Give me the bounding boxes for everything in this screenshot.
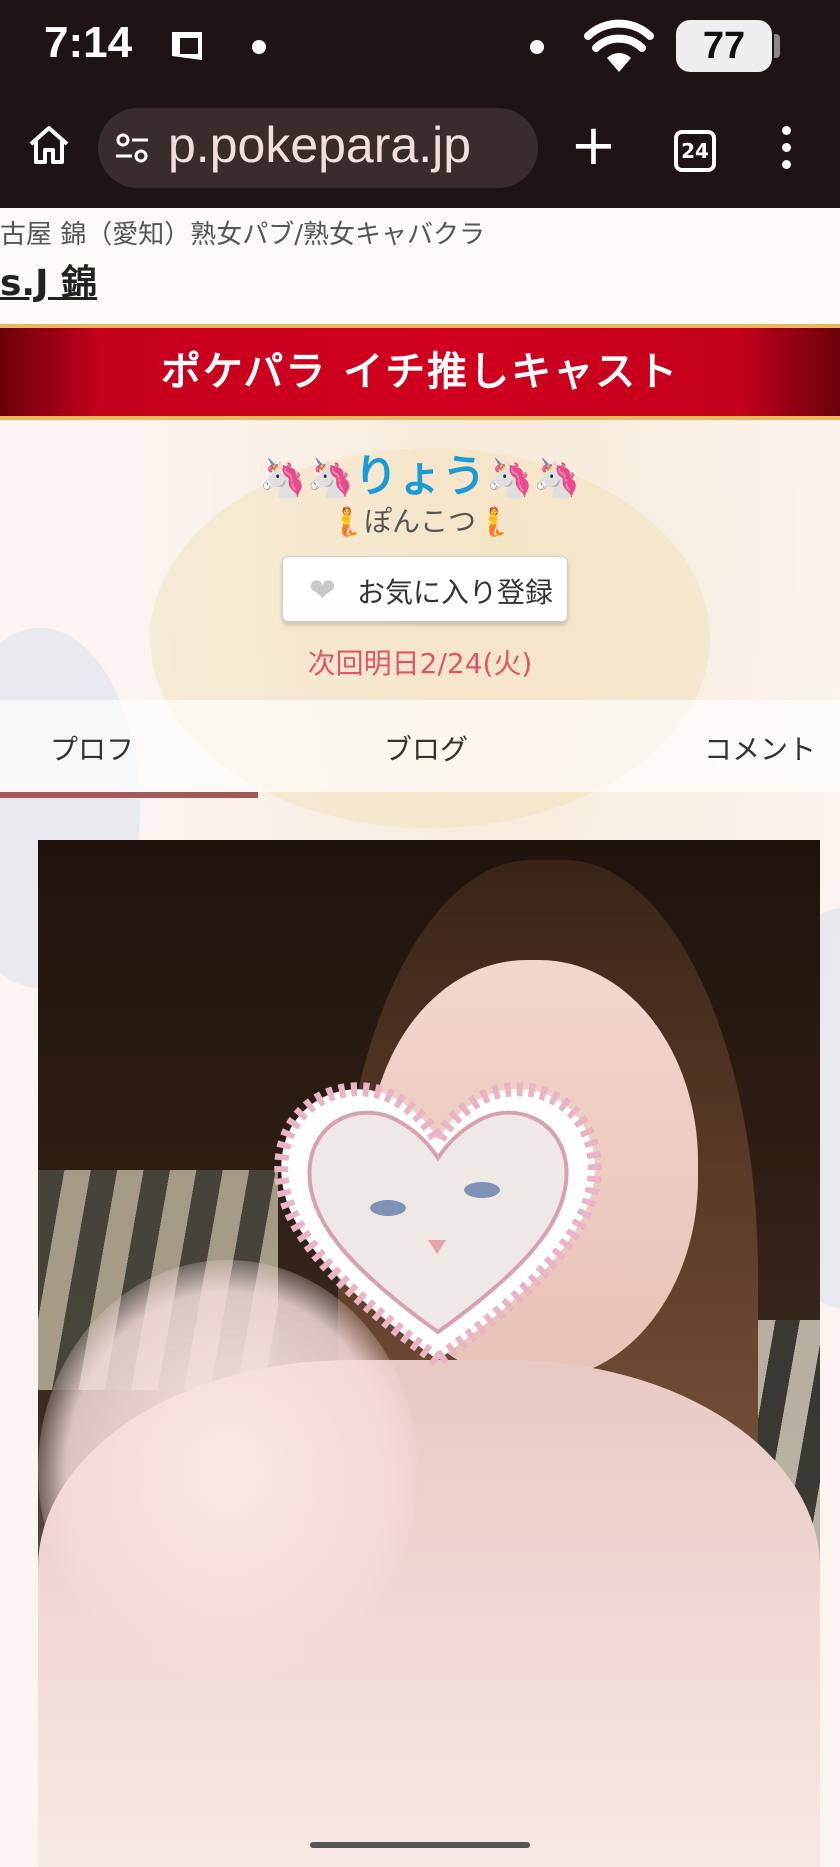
notification-dot-icon: [252, 40, 266, 54]
wifi-icon: [584, 19, 654, 72]
address-bar[interactable]: p.pokepara.jp: [98, 108, 538, 188]
cast-name: りょう: [354, 451, 486, 502]
battery-level: 77: [676, 20, 772, 72]
site-settings-icon[interactable]: [114, 130, 150, 166]
profile-tabs: プロフ ブログ コメント: [0, 700, 840, 792]
more-menu-icon[interactable]: [778, 126, 794, 176]
home-icon[interactable]: [26, 122, 72, 168]
tab-profile[interactable]: プロフ: [50, 728, 134, 768]
tab-comment[interactable]: コメント: [704, 728, 816, 768]
url-text: p.pokepara.jp: [168, 117, 472, 173]
add-favorite-button[interactable]: ❤ お気に入り登録: [282, 556, 568, 622]
page-content: 古屋 錦（愛知）熟女パブ/熟女キャバクラ s.J 錦 ポケパラ イチ推しキャスト…: [0, 208, 840, 1867]
next-shift-date: 次回明日2/24(火): [307, 647, 533, 680]
carrier-notification-icon: [172, 32, 202, 60]
recommended-cast-banner: ポケパラ イチ推しキャスト: [0, 324, 840, 420]
gesture-nav-handle[interactable]: [310, 1842, 530, 1848]
battery-icon: [774, 34, 780, 58]
shop-name-link[interactable]: s.J 錦: [0, 254, 97, 306]
notification-dot-icon: [530, 40, 544, 54]
breadcrumb: 古屋 錦（愛知）熟女パブ/熟女キャバクラ: [0, 220, 486, 250]
cast-profile-photo[interactable]: [38, 840, 820, 1867]
cat-heart-sticker-icon: [274, 1082, 602, 1369]
cast-name-heading: 🦄🦄りょう🦄🦄: [0, 440, 840, 504]
tab-switcher-button[interactable]: 24: [674, 130, 716, 172]
banner-title: ポケパラ イチ推しキャスト: [160, 349, 680, 395]
heart-icon: ❤: [309, 571, 336, 609]
cast-catchphrase: 🧜ぽんこつ🧜: [329, 505, 511, 538]
unicorn-emoji-icon: 🦄🦄: [259, 456, 354, 500]
tab-blog[interactable]: ブログ: [384, 728, 468, 768]
unicorn-emoji-icon: 🦄🦄: [486, 456, 581, 500]
active-tab-indicator: [0, 792, 258, 798]
new-tab-icon[interactable]: +: [570, 116, 617, 176]
shop-header: 古屋 錦（愛知）熟女パブ/熟女キャバクラ s.J 錦: [0, 208, 840, 324]
browser-toolbar: p.pokepara.jp + 24: [0, 96, 840, 208]
favorite-button-label: お気に入り登録: [357, 576, 554, 609]
status-bar: 7:14 77: [0, 0, 840, 96]
clock: 7:14: [44, 18, 133, 67]
